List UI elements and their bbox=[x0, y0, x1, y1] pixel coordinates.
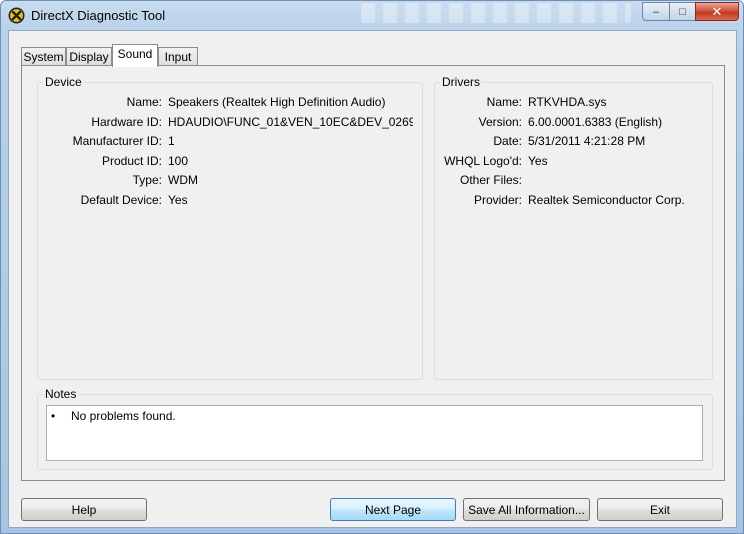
field-label: WHQL Logo'd: bbox=[444, 154, 522, 168]
save-all-information-button[interactable]: Save All Information... bbox=[463, 498, 590, 521]
device-manufacturer-id-value: 1 bbox=[168, 134, 175, 148]
driver-provider-value: Realtek Semiconductor Corp. bbox=[528, 193, 685, 207]
field-label: Version: bbox=[478, 115, 522, 129]
next-page-button[interactable]: Next Page bbox=[330, 498, 456, 521]
caption-buttons: ‒ □ ✕ bbox=[642, 2, 739, 21]
field-label: Name: bbox=[486, 95, 522, 109]
field-label: Product ID: bbox=[101, 154, 162, 168]
driver-whql-value: Yes bbox=[528, 154, 548, 168]
driver-name-value: RTKVHDA.sys bbox=[528, 95, 607, 109]
device-group-title: Device bbox=[43, 75, 84, 89]
sound-tab-panel: Device Name: Speakers (Realtek High Defi… bbox=[21, 65, 725, 481]
minimize-button[interactable]: ‒ bbox=[642, 2, 669, 21]
field-label: Other Files: bbox=[459, 173, 522, 187]
field-label: Hardware ID: bbox=[91, 115, 162, 129]
field-label: Default Device: bbox=[80, 193, 162, 207]
directx-x-icon bbox=[8, 7, 25, 24]
device-product-id-value: 100 bbox=[168, 154, 189, 168]
title-bar-reflection bbox=[361, 3, 631, 23]
device-default-value: Yes bbox=[168, 193, 188, 207]
tab-label: Input bbox=[164, 50, 192, 64]
driver-date-value: 5/31/2011 4:21:28 PM bbox=[528, 134, 646, 148]
device-type-value: WDM bbox=[168, 173, 198, 187]
field-label: Type: bbox=[132, 173, 162, 187]
bullet-icon: • bbox=[51, 409, 56, 423]
tab-input[interactable]: Input bbox=[158, 47, 198, 66]
notes-textbox[interactable]: • No problems found. bbox=[46, 405, 703, 461]
device-name-value: Speakers (Realtek High Definition Audio) bbox=[168, 95, 386, 109]
close-button[interactable]: ✕ bbox=[695, 2, 739, 21]
field-label: Manufacturer ID: bbox=[72, 134, 162, 148]
exit-button[interactable]: Exit bbox=[597, 498, 723, 521]
minimize-icon: ‒ bbox=[652, 5, 660, 18]
app-window: DirectX Diagnostic Tool ‒ □ ✕ System Dis… bbox=[0, 0, 744, 534]
driver-version-value: 6.00.0001.6383 (English) bbox=[528, 115, 663, 129]
drivers-group-title: Drivers bbox=[440, 75, 482, 89]
tab-label: Display bbox=[69, 50, 109, 64]
notes-group: Notes • No problems found. bbox=[37, 387, 713, 470]
button-label: Next Page bbox=[364, 502, 422, 517]
tab-system[interactable]: System bbox=[21, 47, 66, 66]
dialog-client-area: System Display Sound Input Device Name: … bbox=[8, 30, 737, 528]
button-label: Save All Information... bbox=[468, 502, 585, 517]
maximize-button[interactable]: □ bbox=[669, 2, 695, 21]
help-button[interactable]: Help bbox=[21, 498, 147, 521]
device-hardware-id-value: HDAUDIO\FUNC_01&VEN_10EC&DEV_0269&SUBS' bbox=[168, 115, 413, 129]
button-label: Help bbox=[71, 502, 97, 517]
device-group: Device Name: Speakers (Realtek High Defi… bbox=[37, 75, 423, 380]
button-label: Exit bbox=[649, 502, 670, 517]
field-label: Date: bbox=[493, 134, 522, 148]
maximize-icon: □ bbox=[679, 5, 686, 18]
window-title: DirectX Diagnostic Tool bbox=[31, 8, 166, 23]
tab-display[interactable]: Display bbox=[66, 47, 112, 66]
tab-sound[interactable]: Sound bbox=[112, 44, 158, 67]
notes-group-title: Notes bbox=[43, 387, 79, 401]
note-item: No problems found. bbox=[71, 409, 176, 423]
field-label: Name: bbox=[126, 95, 162, 109]
title-bar[interactable]: DirectX Diagnostic Tool ‒ □ ✕ bbox=[1, 1, 743, 29]
close-icon: ✕ bbox=[711, 3, 723, 19]
tab-label: System bbox=[23, 50, 64, 64]
drivers-group: Drivers Name: RTKVHDA.sys Version: 6.00.… bbox=[434, 75, 713, 380]
field-label: Provider: bbox=[473, 193, 522, 207]
tab-label: Sound bbox=[117, 47, 153, 61]
